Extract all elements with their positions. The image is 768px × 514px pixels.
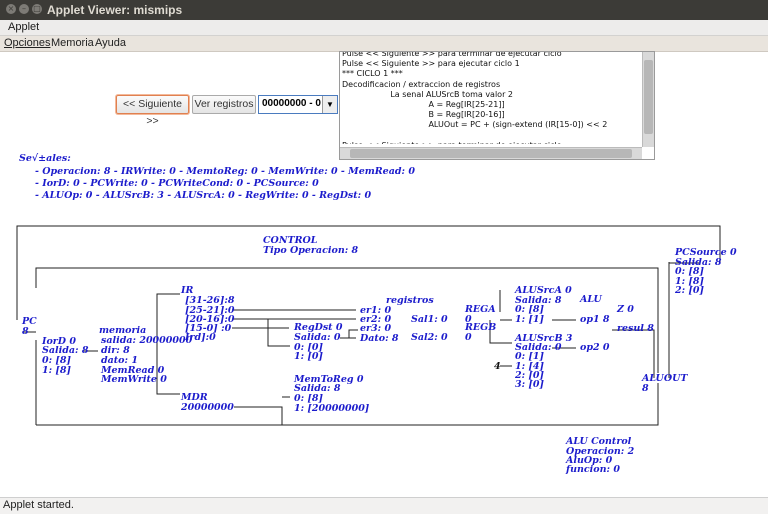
signals-line-3: - ALUOp: 0 - ALUSrcB: 3 - ALUSrcA: 0 - R… xyxy=(35,190,372,201)
registros-sal1: Sal1: 0 xyxy=(411,314,448,325)
regb-value: 0 xyxy=(465,332,472,343)
pcsource-in2: 2: [0] xyxy=(675,285,705,296)
pc-value: 8 xyxy=(22,326,29,337)
mdr-value: 20000000 xyxy=(181,402,234,413)
datapath-wires xyxy=(16,225,721,426)
signals-line-2: - IorD: 0 - PCWrite: 0 - PCWriteCond: 0 … xyxy=(35,178,319,189)
alu-op1: op1 8 xyxy=(580,314,610,325)
status-bar: Applet started. xyxy=(0,497,768,514)
iord-in1: 1: [8] xyxy=(42,365,72,376)
signals-line-1: - Operacion: 8 - IRWrite: 0 - MemtoReg: … xyxy=(35,166,415,177)
ir-field-rd: Ird]:0 xyxy=(185,332,216,343)
control-tipo: Tipo Operacion: 8 xyxy=(263,245,359,256)
alu-op2: op2 0 xyxy=(580,342,610,353)
registros-sal2: Sal2: 0 xyxy=(411,332,448,343)
registros-dato: Dato: 8 xyxy=(360,333,399,344)
alu-title: ALU xyxy=(580,294,602,305)
alusrca-in1: 1: [1] xyxy=(515,314,545,325)
memtoreg-in1: 1: [20000000] xyxy=(294,403,370,414)
alu-z: Z 0 xyxy=(617,304,634,315)
regdst-in1: 1: [0] xyxy=(294,351,324,362)
alu-resul: resul 8 xyxy=(617,323,654,334)
status-text: Applet started. xyxy=(3,499,74,511)
alucontrol-funcion: funcion: 0 xyxy=(566,464,620,475)
aluout-value: 8 xyxy=(642,383,649,394)
alusrcb-constant: 4 xyxy=(494,361,501,372)
registros-title: registros xyxy=(386,295,434,306)
memoria-memwrite: MemWrite 0 xyxy=(101,374,167,385)
signals-title: Se√±ales: xyxy=(19,153,71,164)
alusrcb-in3: 3: [0] xyxy=(515,379,545,390)
